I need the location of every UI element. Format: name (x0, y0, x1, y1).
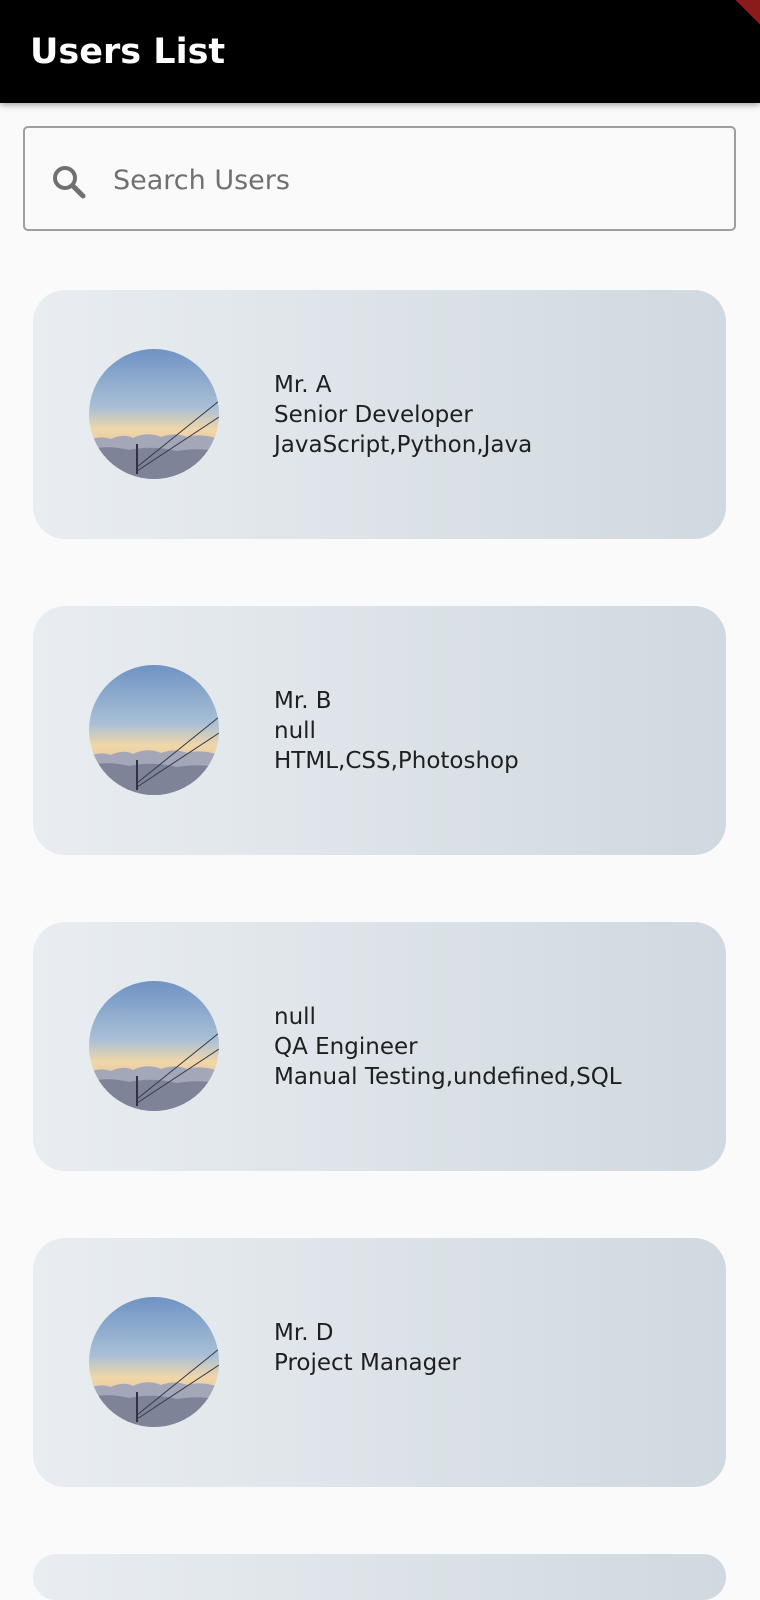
avatar (89, 981, 219, 1111)
user-info: null QA Engineer Manual Testing,undefine… (274, 1002, 622, 1092)
user-skills (274, 1378, 461, 1408)
debug-banner (713, 0, 760, 36)
user-skills: Manual Testing,undefined,SQL (274, 1064, 622, 1090)
user-info: Mr. A Senior Developer JavaScript,Python… (274, 370, 532, 460)
avatar (89, 1297, 219, 1427)
user-card[interactable]: Mr. B null HTML,CSS,Photoshop (33, 606, 726, 855)
user-skills: JavaScript,Python,Java (274, 432, 533, 458)
user-role: QA Engineer (274, 1034, 418, 1060)
user-name: Mr. A (274, 372, 332, 398)
user-role: Project Manager (274, 1350, 461, 1376)
user-info: Mr. D Project Manager (274, 1318, 461, 1408)
search-input[interactable] (111, 130, 715, 230)
user-name: Mr. B (274, 688, 332, 714)
user-name: null (274, 1004, 316, 1030)
user-info: Mr. B null HTML,CSS,Photoshop (274, 686, 519, 776)
page-title: Users List (30, 32, 226, 72)
user-role: null (274, 718, 316, 744)
user-card[interactable]: null QA Engineer Manual Testing,undefine… (33, 922, 726, 1171)
user-skills: HTML,CSS,Photoshop (274, 748, 519, 774)
user-name: Mr. D (274, 1320, 334, 1346)
search-field[interactable] (23, 126, 736, 231)
search-icon (49, 162, 89, 202)
user-role: Senior Developer (274, 402, 473, 428)
app-bar: Users List (0, 0, 760, 103)
avatar (89, 665, 219, 795)
user-card[interactable]: Mr. A Senior Developer JavaScript,Python… (33, 290, 726, 539)
user-card[interactable]: Mr. D Project Manager (33, 1238, 726, 1487)
avatar (89, 349, 219, 479)
user-card[interactable] (33, 1554, 726, 1600)
